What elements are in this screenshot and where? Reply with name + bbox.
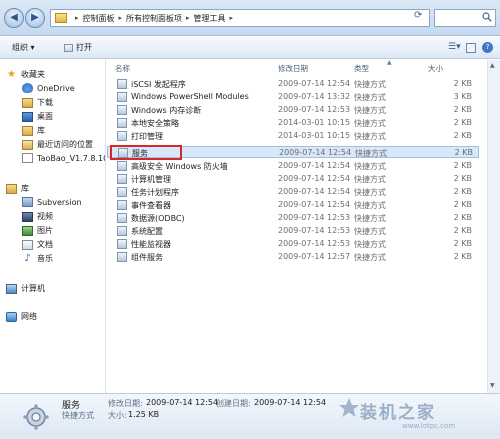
forward-button[interactable]: ▶ [25,8,45,28]
file-row[interactable]: iSCSI 发起程序 2009-07-14 12:54 快捷方式 2 KB [107,78,479,90]
music-icon: ♪ [24,252,31,264]
watermark-logo-icon [339,398,359,417]
sidebar-item-taobao[interactable]: TaoBao_V1.7.8.10_ [22,153,105,163]
file-row[interactable]: Windows 内存诊断 2009-07-14 12:53 快捷方式 2 KB [107,104,479,116]
file-row[interactable]: 性能监视器 2009-07-14 12:53 快捷方式 2 KB [107,238,479,250]
file-row[interactable]: 计算机管理 2009-07-14 12:54 快捷方式 2 KB [107,173,479,185]
shortcut-icon [117,252,127,262]
file-icon [22,153,33,163]
sidebar-item-music[interactable]: ♪ 音乐 [22,253,53,264]
details-modified-label: 修改日期: [108,399,143,408]
breadcrumb-control-panel[interactable]: 控制面板 [83,13,115,24]
file-row[interactable]: 任务计划程序 2009-07-14 12:54 快捷方式 2 KB [107,186,479,198]
shortcut-icon [117,105,127,115]
file-row[interactable]: 组件服务 2009-07-14 12:57 快捷方式 2 KB [107,251,479,263]
file-row[interactable]: 本地安全策略 2014-03-01 10:15 快捷方式 2 KB [107,117,479,129]
videos-icon [22,211,33,222]
sidebar-item-documents[interactable]: 文档 [22,239,53,250]
highlight-box [110,145,182,160]
shortcut-icon [117,92,127,102]
column-type[interactable]: 类型 [354,63,369,74]
open-icon [64,43,73,52]
library-icon [22,125,33,136]
column-size[interactable]: 大小 [428,63,443,74]
sidebar-item-pictures[interactable]: 图片 [22,225,53,236]
file-row[interactable]: 高级安全 Windows 防火墙 2009-07-14 12:54 快捷方式 2… [107,160,479,172]
computer-icon [6,283,17,294]
help-icon[interactable]: ? [482,42,493,53]
shortcut-icon [117,226,127,236]
sidebar-item-libraries[interactable]: 库 [6,183,29,194]
column-header-row: 名称 ▲ 修改日期 类型 大小 [107,59,487,74]
search-icon [482,12,492,22]
navigation-pane: ★ 收藏夹 OneDrive 下载 桌面 库 最近访问的位置 TaoBao_V1… [0,60,106,393]
command-toolbar: 组织 ▾ 打开 ☰▾ ? [0,37,500,59]
shortcut-icon [117,131,127,141]
watermark-title: 装机之家 [360,403,436,423]
scroll-up-icon[interactable]: ▲ [490,62,495,69]
search-input[interactable] [434,9,496,27]
file-row[interactable]: Windows PowerShell Modules 2009-07-14 13… [107,91,479,103]
sidebar-item-computer[interactable]: 计算机 [6,283,45,294]
watermark-url: www.lotpc.com [402,422,456,430]
file-row[interactable]: 事件查看器 2009-07-14 12:54 快捷方式 2 KB [107,199,479,211]
sidebar-item-favorites[interactable]: ★ 收藏夹 [6,69,45,80]
sidebar-item-downloads[interactable]: 下载 [22,97,53,108]
breadcrumb-admin-tools[interactable]: 管理工具 [194,13,226,24]
sidebar-item-subversion[interactable]: Subversion [22,197,82,207]
vertical-scrollbar[interactable]: ▲ ▼ [487,60,500,393]
details-created-label: 创建日期: [216,399,251,408]
shortcut-icon [117,79,127,89]
downloads-folder-icon [22,97,33,108]
shortcut-icon [117,174,127,184]
details-size-label: 大小: [108,411,127,420]
sidebar-item-desktop[interactable]: 桌面 [22,111,53,122]
file-row[interactable]: 系统配置 2009-07-14 12:53 快捷方式 2 KB [107,225,479,237]
recent-places-icon [22,139,33,150]
control-panel-icon [55,13,67,23]
breadcrumb-all-items[interactable]: 所有控制面板项 [126,13,182,24]
sidebar-item-recent[interactable]: 最近访问的位置 [22,139,93,150]
subversion-icon [22,197,33,207]
view-options-icon[interactable]: ☰▾ [448,42,461,52]
column-name[interactable]: 名称 [115,63,130,74]
file-row[interactable]: 数据源(ODBC) 2009-07-14 12:53 快捷方式 2 KB [107,212,479,224]
shortcut-icon [117,200,127,210]
desktop-icon [22,111,33,122]
sort-arrow-icon: ▲ [387,59,392,66]
details-created: 2009-07-14 12:54 [254,398,327,407]
organize-button[interactable]: 组织 ▾ [12,42,35,53]
documents-icon [22,239,33,250]
network-icon [6,311,17,322]
file-row[interactable]: 打印管理 2014-03-01 10:15 快捷方式 2 KB [107,130,479,142]
services-gear-icon [23,404,49,430]
sidebar-item-onedrive[interactable]: OneDrive [22,83,75,93]
shortcut-icon [117,187,127,197]
address-bar[interactable]: ▸ 控制面板 ▸ 所有控制面板项 ▸ 管理工具 ▸ [50,9,430,27]
details-modified: 2009-07-14 12:54 [146,398,219,407]
details-type: 快捷方式 [62,411,94,420]
details-size: 1.25 KB [128,410,160,419]
sidebar-item-network[interactable]: 网络 [6,311,37,322]
shortcut-icon [117,161,127,171]
column-date[interactable]: 修改日期 [278,63,308,74]
shortcut-icon [117,239,127,249]
pictures-icon [22,225,33,236]
shortcut-icon [117,213,127,223]
back-button[interactable]: ◀ [4,8,24,28]
onedrive-icon [22,83,33,93]
navigation-bar: ◀ ▶ ▸ 控制面板 ▸ 所有控制面板项 ▸ 管理工具 ▸ ⟳ [0,0,500,36]
star-icon: ★ [7,68,16,80]
refresh-icon[interactable]: ⟳ [414,10,422,21]
preview-pane-icon[interactable] [466,43,476,53]
sidebar-item-videos[interactable]: 视频 [22,211,53,222]
sidebar-item-library-short[interactable]: 库 [22,125,45,136]
shortcut-icon [117,118,127,128]
scroll-down-icon[interactable]: ▼ [490,382,495,389]
open-button[interactable]: 打开 [64,42,92,53]
libraries-icon [6,183,17,194]
